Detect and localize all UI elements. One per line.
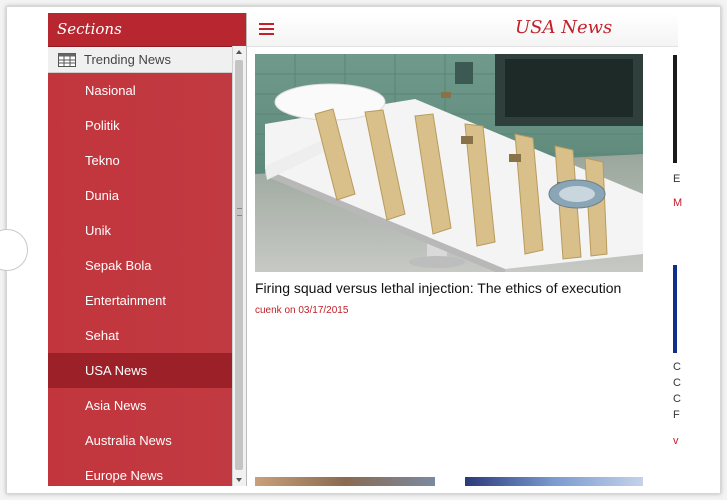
sidebar-item-nasional[interactable]: Nasional bbox=[48, 73, 233, 108]
article-title-fragment: C bbox=[673, 393, 681, 405]
sidebar-item-label: Trending News bbox=[84, 52, 171, 67]
scroll-up-icon[interactable] bbox=[236, 50, 242, 54]
article-image[interactable] bbox=[255, 54, 643, 272]
article-thumbnail[interactable] bbox=[673, 265, 677, 353]
article-title-fragment: E bbox=[673, 173, 681, 185]
scrollbar-thumb[interactable] bbox=[235, 60, 243, 470]
sections-sidebar: Sections Trending News Nasional Politik … bbox=[48, 13, 246, 486]
sidebar-scrollbar[interactable] bbox=[232, 46, 246, 486]
next-column-edge: E M C C C F v bbox=[673, 55, 682, 475]
top-bar: USA News bbox=[247, 13, 678, 47]
sidebar-item-europe-news[interactable]: Europe News bbox=[48, 458, 233, 486]
sidebar-item-entertainment[interactable]: Entertainment bbox=[48, 283, 233, 318]
sidebar-item-tekno[interactable]: Tekno bbox=[48, 143, 233, 178]
article-meta-fragment: v bbox=[673, 435, 679, 447]
sidebar-item-dunia[interactable]: Dunia bbox=[48, 178, 233, 213]
article-meta-fragment: M bbox=[673, 197, 683, 209]
scroll-down-icon[interactable] bbox=[236, 478, 242, 482]
hamburger-icon[interactable] bbox=[259, 23, 274, 36]
article-meta: cuenk on 03/17/2015 bbox=[255, 305, 349, 316]
article-title[interactable]: Firing squad versus lethal injection: Th… bbox=[255, 280, 655, 296]
sidebar-item-usa-news[interactable]: USA News bbox=[48, 353, 233, 388]
execution-table-photo bbox=[255, 54, 643, 272]
grid-icon bbox=[58, 52, 76, 67]
article-title-fragment: C bbox=[673, 361, 681, 373]
sidebar-item-australia-news[interactable]: Australia News bbox=[48, 423, 233, 458]
main-content: USA News Firing squad versus lethal inje… bbox=[246, 13, 678, 486]
sidebar-item-unik[interactable]: Unik bbox=[48, 213, 233, 248]
article-thumbnail[interactable] bbox=[465, 477, 643, 486]
sidebar-title: Sections bbox=[48, 13, 246, 47]
sidebar-item-politik[interactable]: Politik bbox=[48, 108, 233, 143]
article-thumbnail[interactable] bbox=[673, 55, 677, 163]
article-title-fragment: F bbox=[673, 409, 680, 421]
grip-icon bbox=[237, 208, 242, 216]
sidebar-item-sehat[interactable]: Sehat bbox=[48, 318, 233, 353]
article-title-fragment: C bbox=[673, 377, 681, 389]
sidebar-item-asia-news[interactable]: Asia News bbox=[48, 388, 233, 423]
section-list: Nasional Politik Tekno Dunia Unik Sepak … bbox=[48, 73, 233, 486]
article-thumbnail[interactable] bbox=[255, 477, 435, 486]
sidebar-item-sepak-bola[interactable]: Sepak Bola bbox=[48, 248, 233, 283]
sidebar-item-trending-news[interactable]: Trending News bbox=[48, 47, 233, 73]
page-title: USA News bbox=[515, 17, 613, 38]
